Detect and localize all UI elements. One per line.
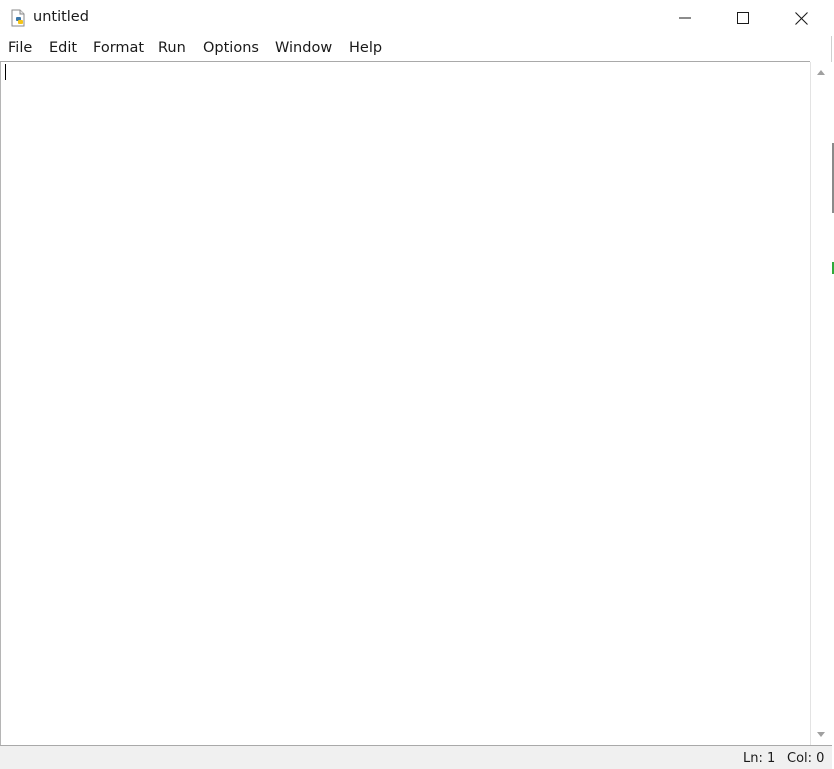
idle-editor-window: untitled File Edit Format Run Options Wi… <box>0 0 833 769</box>
status-line-number: Ln: 1 <box>743 751 776 766</box>
scroll-down-button[interactable] <box>811 727 831 743</box>
scroll-up-button[interactable] <box>811 64 831 80</box>
menu-options[interactable]: Options <box>203 40 259 56</box>
maximize-icon <box>737 12 749 24</box>
menu-run[interactable]: Run <box>158 40 186 56</box>
minimize-icon <box>679 17 691 19</box>
close-button[interactable] <box>772 0 830 36</box>
menu-window[interactable]: Window <box>275 40 332 56</box>
window-title: untitled <box>33 9 89 25</box>
menu-format[interactable]: Format <box>93 40 144 56</box>
title-bar[interactable]: untitled <box>0 0 832 36</box>
scroll-up-arrow-icon <box>817 70 825 75</box>
text-cursor <box>5 64 6 80</box>
vertical-scrollbar[interactable] <box>810 62 833 745</box>
status-bar: Ln: 1 Col: 0 <box>0 745 832 769</box>
python-file-icon <box>9 9 27 27</box>
maximize-button[interactable] <box>714 0 772 36</box>
menu-edit[interactable]: Edit <box>49 40 77 56</box>
close-icon <box>794 11 808 25</box>
minimize-button[interactable] <box>656 0 714 36</box>
menu-help[interactable]: Help <box>349 40 382 56</box>
menu-file[interactable]: File <box>8 40 32 56</box>
code-editor-textarea[interactable] <box>0 62 810 745</box>
status-column-number: Col: 0 <box>787 751 825 766</box>
scroll-down-arrow-icon <box>817 732 825 737</box>
menu-bar: File Edit Format Run Options Window Help <box>0 38 832 61</box>
